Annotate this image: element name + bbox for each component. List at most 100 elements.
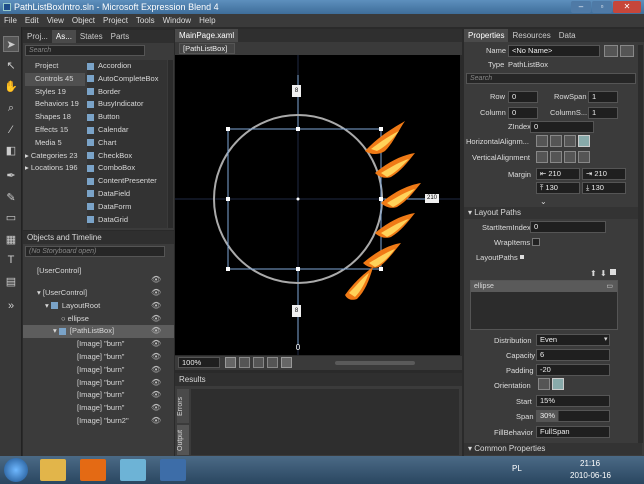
tree-item[interactable]: [Image] "burn" 👁 bbox=[23, 338, 174, 351]
path-list-item[interactable]: ellipse ▭ bbox=[471, 281, 617, 292]
move-down-icon[interactable]: ⬇ bbox=[600, 269, 607, 278]
margin-left-field[interactable]: ⇤ 210 bbox=[536, 168, 580, 180]
start-item-index-field[interactable]: 0 bbox=[530, 221, 606, 233]
eyedropper-tool-icon[interactable]: ⁄ bbox=[3, 122, 19, 138]
zindex-field[interactable]: 0 bbox=[530, 121, 594, 133]
selection-tool-icon[interactable]: ➤ bbox=[3, 36, 19, 52]
snap-grid-icon[interactable] bbox=[253, 357, 264, 368]
valign-top-icon[interactable] bbox=[536, 151, 548, 163]
clock-time[interactable]: 21:16 bbox=[580, 459, 600, 468]
tab-output[interactable]: Output bbox=[177, 425, 189, 455]
menu-project[interactable]: Project bbox=[99, 14, 132, 27]
controls-tool-icon[interactable]: ▤ bbox=[3, 274, 19, 290]
annotations-icon[interactable] bbox=[281, 357, 292, 368]
menu-file[interactable]: File bbox=[0, 14, 21, 27]
eye-icon[interactable]: 👁 bbox=[151, 275, 161, 284]
menu-tools[interactable]: Tools bbox=[132, 14, 159, 27]
span-slider[interactable]: 30% bbox=[536, 410, 610, 422]
asset-item[interactable]: ContentPresenter bbox=[87, 175, 167, 188]
asset-tool-icon[interactable]: » bbox=[3, 298, 19, 314]
category-item[interactable]: Shapes 18 bbox=[25, 111, 85, 124]
align-stretch-icon[interactable] bbox=[578, 135, 590, 147]
category-item[interactable]: ▸ Locations 196 bbox=[25, 162, 85, 175]
add-path-icon[interactable] bbox=[610, 269, 616, 275]
snap-lines-icon[interactable] bbox=[267, 357, 278, 368]
clock-date[interactable]: 2010-06-16 bbox=[570, 471, 611, 480]
tab-parts[interactable]: Parts bbox=[107, 30, 134, 43]
tab-mainpage[interactable]: MainPage.xaml bbox=[175, 29, 239, 42]
storyboard-picker[interactable]: (No Storyboard open) bbox=[25, 246, 165, 257]
row-field[interactable]: 0 bbox=[508, 91, 538, 103]
design-canvas[interactable]: 8 8 210 0 bbox=[175, 55, 460, 355]
category-item[interactable]: Styles 19 bbox=[25, 86, 85, 99]
pan-tool-icon[interactable]: ✋ bbox=[3, 79, 19, 95]
rectangle-tool-icon[interactable]: ▭ bbox=[3, 210, 19, 226]
rowspan-field[interactable]: 1 bbox=[588, 91, 618, 103]
orientation-path-icon[interactable] bbox=[552, 378, 564, 390]
valign-center-icon[interactable] bbox=[550, 151, 562, 163]
tab-errors[interactable]: Errors bbox=[177, 389, 189, 423]
align-right-icon[interactable] bbox=[564, 135, 576, 147]
category-item[interactable]: Media 5 bbox=[25, 137, 85, 150]
column-field[interactable]: 0 bbox=[508, 107, 538, 119]
tab-states[interactable]: States bbox=[76, 30, 107, 43]
zoom-tool-icon[interactable]: ⌕ bbox=[3, 100, 19, 116]
asset-item[interactable]: Button bbox=[87, 111, 167, 124]
tree-item[interactable]: ○ ellipse 👁 bbox=[23, 313, 174, 326]
tree-item[interactable]: ▾ [UserControl] 👁 bbox=[23, 287, 174, 300]
asset-item[interactable]: AutoCompleteBox bbox=[87, 73, 167, 86]
zoom-select[interactable]: 100% bbox=[178, 357, 220, 368]
category-item[interactable]: ▸ Categories 23 bbox=[25, 150, 85, 163]
tree-item[interactable]: ▾ LayoutRoot 👁 bbox=[23, 300, 174, 313]
capacity-field[interactable]: 6 bbox=[536, 349, 610, 361]
asset-item[interactable]: DataField bbox=[87, 188, 167, 201]
asset-item[interactable]: DataGrid bbox=[87, 214, 167, 227]
breadcrumb[interactable]: [PathListBox] bbox=[179, 43, 235, 54]
tree-item[interactable]: [Image] "burn2" 👁 bbox=[23, 415, 174, 428]
common-properties-header[interactable]: ▾ Common Properties bbox=[464, 443, 642, 455]
maximize-button[interactable]: ▫ bbox=[592, 1, 612, 13]
menu-edit[interactable]: Edit bbox=[21, 14, 43, 27]
language-indicator[interactable]: PL bbox=[512, 464, 522, 473]
close-button[interactable]: ✕ bbox=[613, 1, 641, 13]
tree-item[interactable]: [Image] "burn" 👁 bbox=[23, 402, 174, 415]
asset-item[interactable]: ComboBox bbox=[87, 162, 167, 175]
properties-search-input[interactable]: Search bbox=[466, 73, 636, 84]
fill-behavior-select[interactable]: FullSpan bbox=[536, 426, 610, 438]
tab-resources[interactable]: Resources bbox=[508, 29, 554, 42]
asset-item[interactable]: Calendar bbox=[87, 124, 167, 137]
paint-bucket-tool-icon[interactable]: ◧ bbox=[3, 143, 19, 159]
asset-item[interactable]: Border bbox=[87, 86, 167, 99]
text-tool-icon[interactable]: T bbox=[3, 252, 19, 268]
media-player-icon[interactable] bbox=[80, 459, 106, 481]
tree-item[interactable]: [Image] "burn" 👁 bbox=[23, 377, 174, 390]
tab-properties[interactable]: Properties bbox=[464, 29, 509, 42]
menu-object[interactable]: Object bbox=[68, 14, 99, 27]
padding-field[interactable]: -20 bbox=[536, 364, 610, 376]
menu-view[interactable]: View bbox=[43, 14, 68, 27]
category-item[interactable]: Project bbox=[25, 60, 85, 73]
valign-stretch-icon[interactable] bbox=[578, 151, 590, 163]
margin-bottom-field[interactable]: ⤓ 130 bbox=[582, 182, 626, 194]
pen-tool-icon[interactable]: ✒ bbox=[3, 168, 19, 184]
events-icon[interactable] bbox=[604, 45, 618, 57]
asset-item[interactable]: DataForm bbox=[87, 201, 167, 214]
asset-item[interactable]: Chart bbox=[87, 137, 167, 150]
valign-bottom-icon[interactable] bbox=[564, 151, 576, 163]
margin-top-field[interactable]: ⤒ 130 bbox=[536, 182, 580, 194]
horizontal-scrollbar[interactable] bbox=[335, 361, 415, 365]
align-left-icon[interactable] bbox=[536, 135, 548, 147]
category-item[interactable]: Controls 45 bbox=[25, 72, 85, 86]
tab-assets[interactable]: As... bbox=[51, 30, 76, 43]
name-field[interactable]: <No Name> bbox=[508, 45, 600, 57]
asset-item[interactable]: BusyIndicator bbox=[87, 98, 167, 111]
menu-window[interactable]: Window bbox=[159, 14, 195, 27]
tree-item[interactable]: [Image] "burn" 👁 bbox=[23, 364, 174, 377]
wrap-items-checkbox[interactable] bbox=[532, 238, 540, 246]
app-taskbar-icon[interactable] bbox=[120, 459, 146, 481]
margin-right-field[interactable]: ⇥ 210 bbox=[582, 168, 626, 180]
align-center-icon[interactable] bbox=[550, 135, 562, 147]
assets-scrollbar[interactable] bbox=[168, 60, 173, 228]
tab-projects[interactable]: Proj... bbox=[23, 30, 52, 43]
blend-taskbar-icon[interactable] bbox=[160, 459, 186, 481]
